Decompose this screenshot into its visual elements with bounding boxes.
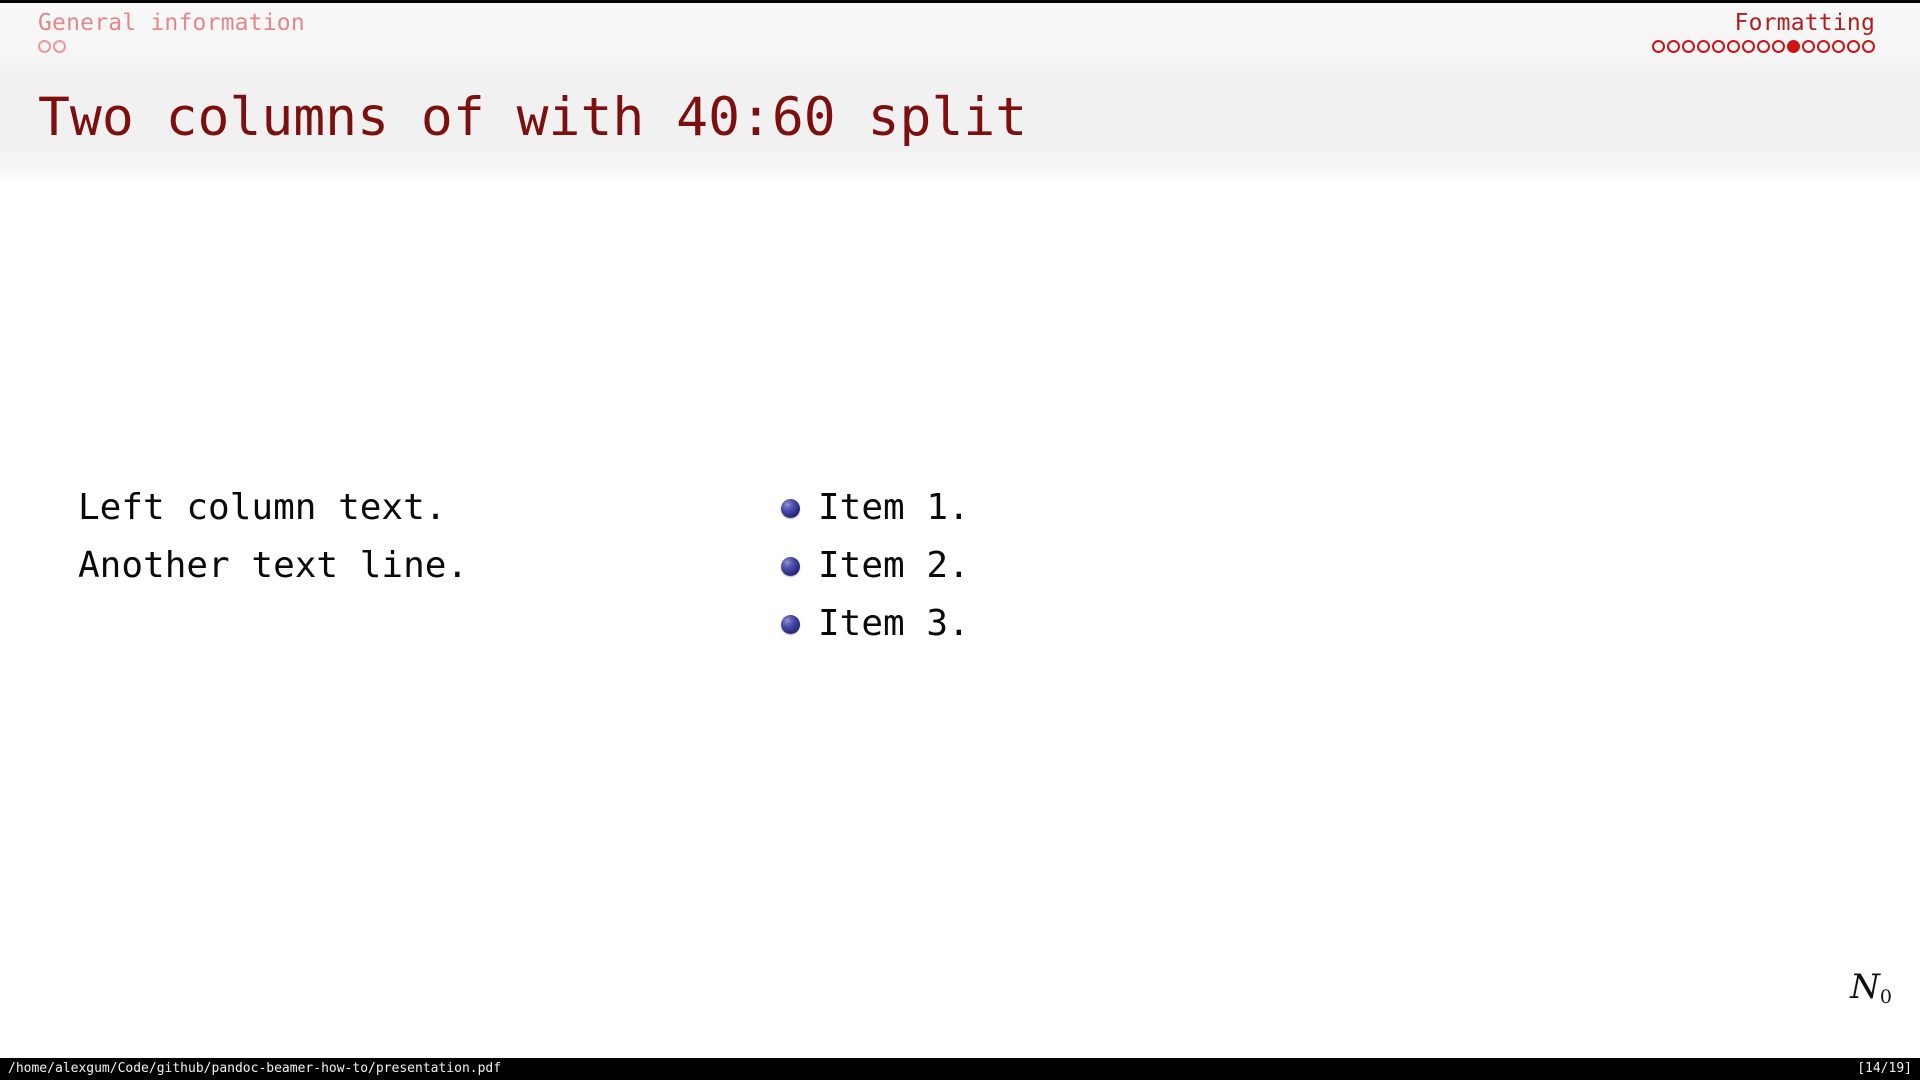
sphere-bullet-icon [781,614,800,634]
slide-nav-dot-7[interactable] [1742,40,1755,53]
presentation-slide: General information Formatting Two colum… [0,0,1920,1080]
bullet-list: Item 1. Item 2. Item 3. [781,479,1920,653]
slide-title-band: Two columns of with 40:60 split [0,75,1920,185]
list-item-label: Item 1. [818,487,970,528]
left-column-line: Another text line. [78,545,469,586]
slide-nav-dot-10[interactable] [1787,40,1800,53]
beamer-navigation-header: General information Formatting [0,3,1920,75]
slide-nav-dot-2[interactable] [53,40,66,53]
page-title: Two columns of with 40:60 split [38,87,1028,148]
section-label-inactive: General information [38,10,305,36]
sphere-bullet-icon [781,498,800,518]
slide-nav-dot-9[interactable] [1772,40,1785,53]
list-item-label: Item 3. [818,603,970,644]
left-column: Left column text. Another text line. [0,479,768,595]
nav-symbol-letter: N [1850,967,1880,1007]
slide-nav-dot-5[interactable] [1712,40,1725,53]
list-item: Item 3. [781,595,1920,653]
slide-nav-dot-4[interactable] [1697,40,1710,53]
header-section-general-information[interactable]: General information [38,9,305,53]
section-progress-dots-left[interactable] [38,40,305,53]
slide-nav-dot-6[interactable] [1727,40,1740,53]
right-column: Item 1. Item 2. Item 3. [768,479,1920,653]
slide-body: Left column text. Another text line. Ite… [0,185,1920,1050]
slide-nav-dot-8[interactable] [1757,40,1770,53]
slide-nav-dot-3[interactable] [1682,40,1695,53]
slide-nav-dot-11[interactable] [1802,40,1815,53]
slide-nav-dot-12[interactable] [1817,40,1830,53]
viewer-status-bar: /home/alexgum/Code/github/pandoc-beamer-… [0,1058,1920,1080]
two-column-layout: Left column text. Another text line. Ite… [0,479,1920,653]
left-column-line: Left column text. [78,487,447,528]
sphere-bullet-icon [781,556,800,576]
slide-nav-dot-15[interactable] [1862,40,1875,53]
section-progress-dots-right[interactable] [1652,40,1875,53]
document-file-path: /home/alexgum/Code/github/pandoc-beamer-… [8,1061,502,1076]
nav-symbol-subscript: 0 [1879,986,1892,1008]
slide-nav-dot-14[interactable] [1847,40,1860,53]
slide-nav-dot-1[interactable] [38,40,51,53]
beamer-navigation-symbol-icon[interactable]: N0 [1850,970,1892,1014]
list-item: Item 2. [781,537,1920,595]
header-section-formatting[interactable]: Formatting [1652,9,1875,53]
section-label-active: Formatting [1734,10,1875,36]
page-indicator: [14/19] [1857,1061,1912,1076]
slide-nav-dot-2[interactable] [1667,40,1680,53]
list-item: Item 1. [781,479,1920,537]
slide-nav-dot-13[interactable] [1832,40,1845,53]
slide-nav-dot-1[interactable] [1652,40,1665,53]
list-item-label: Item 2. [818,545,970,586]
